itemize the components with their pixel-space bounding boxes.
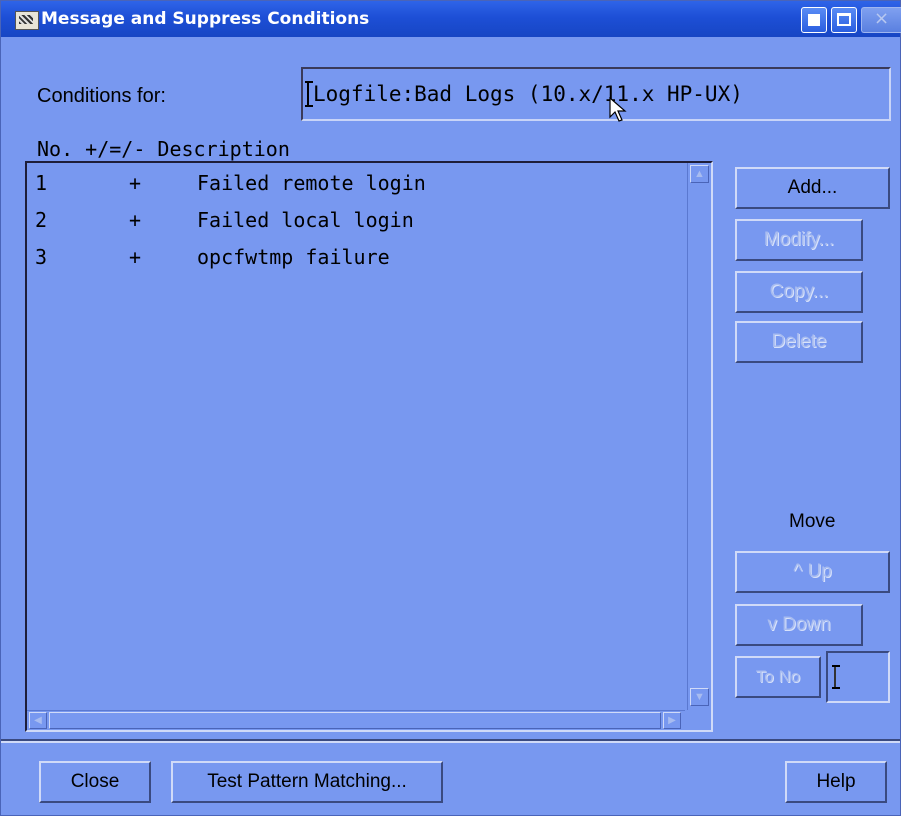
- row-number: 2: [35, 208, 48, 232]
- row-sign: +: [129, 171, 142, 195]
- conditions-list[interactable]: 1 + Failed remote login 2 + Failed local…: [25, 161, 713, 732]
- move-up-button[interactable]: ^ Up: [735, 551, 890, 593]
- close-window-button[interactable]: ×: [861, 7, 901, 33]
- conditions-dialog: Message and Suppress Conditions × Condit…: [0, 0, 901, 816]
- row-description: Failed remote login: [197, 171, 426, 195]
- row-sign: +: [129, 208, 142, 232]
- maximize-button[interactable]: [831, 7, 857, 33]
- row-description: Failed local login: [197, 208, 414, 232]
- conditions-for-field[interactable]: Logfile:Bad Logs (10.x/11.x HP-UX): [301, 67, 891, 121]
- list-item[interactable]: 3 + opcfwtmp failure: [27, 237, 685, 274]
- scroll-up-icon[interactable]: ▲: [690, 165, 709, 183]
- text-cursor-icon: [305, 81, 313, 107]
- text-cursor-icon: [832, 665, 840, 689]
- move-to-number-button[interactable]: To No: [735, 656, 821, 698]
- move-down-button[interactable]: v Down: [735, 604, 863, 646]
- add-button[interactable]: Add...: [735, 167, 890, 209]
- delete-button[interactable]: Delete: [735, 321, 863, 363]
- conditions-for-value: Logfile:Bad Logs (10.x/11.x HP-UX): [313, 82, 743, 106]
- title-bar[interactable]: Message and Suppress Conditions ×: [1, 1, 901, 37]
- move-label: Move: [789, 511, 836, 532]
- close-button[interactable]: Close: [39, 761, 151, 803]
- conditions-for-label: Conditions for:: [37, 85, 166, 107]
- vertical-scrollbar[interactable]: ▲ ▼: [687, 163, 712, 710]
- horizontal-scroll-thumb[interactable]: [49, 712, 661, 729]
- list-rows: 1 + Failed remote login 2 + Failed local…: [27, 163, 685, 710]
- window-title: Message and Suppress Conditions: [41, 9, 370, 29]
- scroll-right-icon[interactable]: ▶: [663, 712, 681, 729]
- list-item[interactable]: 1 + Failed remote login: [27, 163, 685, 200]
- app-icon: [15, 11, 39, 30]
- row-number: 1: [35, 171, 48, 195]
- test-pattern-matching-button[interactable]: Test Pattern Matching...: [171, 761, 443, 803]
- horizontal-scrollbar[interactable]: ◀ ▶: [27, 710, 685, 731]
- row-description: opcfwtmp failure: [197, 245, 390, 269]
- row-sign: +: [129, 245, 142, 269]
- help-button[interactable]: Help: [785, 761, 887, 803]
- list-item[interactable]: 2 + Failed local login: [27, 200, 685, 237]
- scroll-left-icon[interactable]: ◀: [29, 712, 47, 729]
- list-column-header: No. +/=/- Description: [37, 137, 290, 161]
- to-number-input[interactable]: [826, 651, 890, 703]
- minimize-button[interactable]: [801, 7, 827, 33]
- modify-button[interactable]: Modify...: [735, 219, 863, 261]
- scroll-down-icon[interactable]: ▼: [690, 688, 709, 706]
- mouse-pointer-icon: [609, 97, 627, 122]
- footer-separator: [1, 739, 900, 743]
- copy-button[interactable]: Copy...: [735, 271, 863, 313]
- row-number: 3: [35, 245, 48, 269]
